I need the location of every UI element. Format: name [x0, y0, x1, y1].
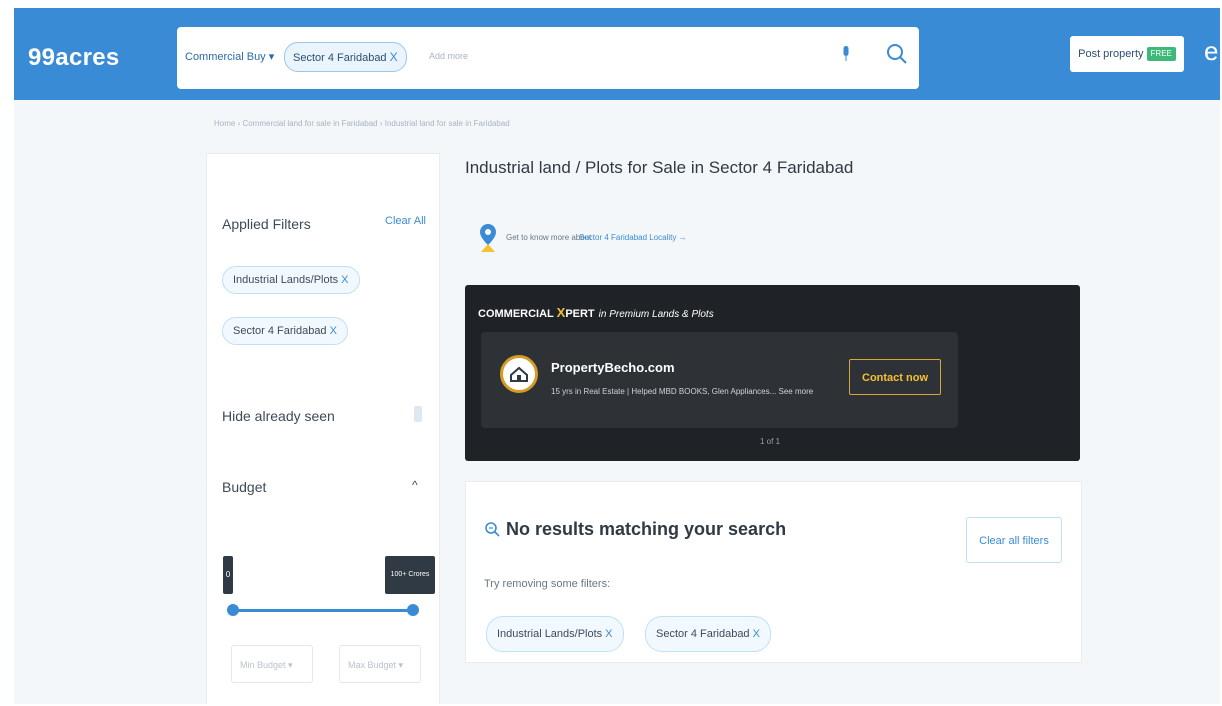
banner-pager: 1 of 1 — [760, 437, 781, 446]
budget-collapse-icon[interactable]: ^ — [412, 478, 418, 492]
banner-subtitle: in Premium Lands & Plots — [598, 309, 714, 320]
max-budget-select[interactable]: Max Budget ▾ — [339, 645, 421, 683]
page-title: Industrial land / Plots for Sale in Sect… — [465, 158, 854, 177]
post-property-label: Post property — [1078, 48, 1144, 60]
clear-all-filters-button[interactable]: Clear all filters — [966, 517, 1062, 563]
budget-max-tooltip: 100+ Crores — [385, 556, 435, 594]
microphone-icon[interactable] — [842, 46, 850, 62]
company-name[interactable]: PropertyBecho.com — [551, 360, 675, 375]
try-removing-text: Try removing some filters: — [484, 578, 611, 590]
search-bar[interactable]: Commercial Buy ▾ Sector 4 Faridabad X Add… — [177, 27, 919, 89]
add-more-input[interactable]: Add more — [429, 51, 468, 61]
suggested-remove-chip[interactable]: Industrial Lands/Plots X — [486, 616, 624, 652]
locality-link[interactable]: Sector 4 Faridabad Locality → — [579, 233, 687, 242]
banner-brand-suffix: PERT — [565, 308, 595, 320]
banner-brand-prefix: COMMERCIAL — [478, 308, 557, 320]
filters-panel: Applied Filters Clear All Industrial Lan… — [206, 153, 440, 704]
budget-slider-min-handle[interactable] — [227, 604, 239, 616]
remove-filter-icon[interactable]: X — [753, 628, 760, 640]
breadcrumb[interactable]: Home › Commercial land for sale in Farid… — [214, 119, 510, 128]
hide-seen-toggle[interactable] — [414, 406, 422, 422]
banner-heading: COMMERCIAL XPERT in Premium Lands & Plots — [478, 305, 714, 320]
remove-filter-icon[interactable]: X — [341, 274, 348, 286]
top-header: 99acres Commercial Buy ▾ Sector 4 Farida… — [14, 8, 1220, 100]
applied-filters-title: Applied Filters — [222, 216, 311, 232]
location-pin-icon — [480, 224, 496, 252]
company-description: 15 yrs in Real Estate | Helped MBD BOOKS… — [551, 387, 814, 396]
company-logo-icon — [500, 355, 538, 393]
suggested-chip-label: Sector 4 Faridabad — [656, 628, 750, 640]
applied-filter-chip[interactable]: Industrial Lands/Plots X — [222, 266, 360, 294]
no-results-text: No results matching your search — [506, 519, 787, 539]
budget-slider-track[interactable] — [233, 609, 413, 612]
contact-now-button[interactable]: Contact now — [849, 359, 941, 395]
chip-close-icon[interactable]: X — [390, 50, 398, 64]
page-frame: 99acres Commercial Buy ▾ Sector 4 Farida… — [14, 8, 1220, 704]
header-trailing-letter: e — [1204, 36, 1219, 66]
budget-slider-max-handle[interactable] — [407, 604, 419, 616]
commercial-xpert-banner: COMMERCIAL XPERT in Premium Lands & Plots… — [465, 285, 1080, 461]
hide-already-seen-label: Hide already seen — [222, 408, 335, 424]
post-property-button[interactable]: Post property FREE — [1070, 36, 1184, 72]
budget-min-tooltip: 0 — [223, 556, 233, 594]
agent-card[interactable]: PropertyBecho.com 15 yrs in Real Estate … — [481, 332, 958, 428]
search-chip-label: Sector 4 Faridabad — [293, 52, 387, 64]
search-icon[interactable] — [885, 42, 909, 66]
no-results-title: No results matching your search — [484, 519, 786, 540]
site-logo[interactable]: 99acres — [28, 44, 120, 72]
applied-filter-chip[interactable]: Sector 4 Faridabad X — [222, 317, 348, 345]
suggested-chip-label: Industrial Lands/Plots — [497, 628, 603, 640]
applied-filter-label: Sector 4 Faridabad — [233, 325, 327, 337]
clear-all-link[interactable]: Clear All — [385, 215, 426, 227]
remove-filter-icon[interactable]: X — [605, 628, 612, 640]
free-badge: FREE — [1146, 47, 1176, 62]
category-dropdown[interactable]: Commercial Buy ▾ — [185, 50, 274, 63]
search-zoom-icon — [485, 522, 500, 537]
banner-brand-x: X — [556, 305, 566, 320]
min-budget-select[interactable]: Min Budget ▾ — [231, 645, 313, 683]
suggested-remove-chip[interactable]: Sector 4 Faridabad X — [645, 616, 771, 652]
no-results-panel: No results matching your search Clear al… — [465, 481, 1082, 663]
applied-filter-label: Industrial Lands/Plots — [233, 274, 339, 286]
remove-filter-icon[interactable]: X — [330, 325, 337, 337]
search-location-chip[interactable]: Sector 4 Faridabad X — [284, 42, 407, 72]
budget-title: Budget — [222, 479, 267, 495]
